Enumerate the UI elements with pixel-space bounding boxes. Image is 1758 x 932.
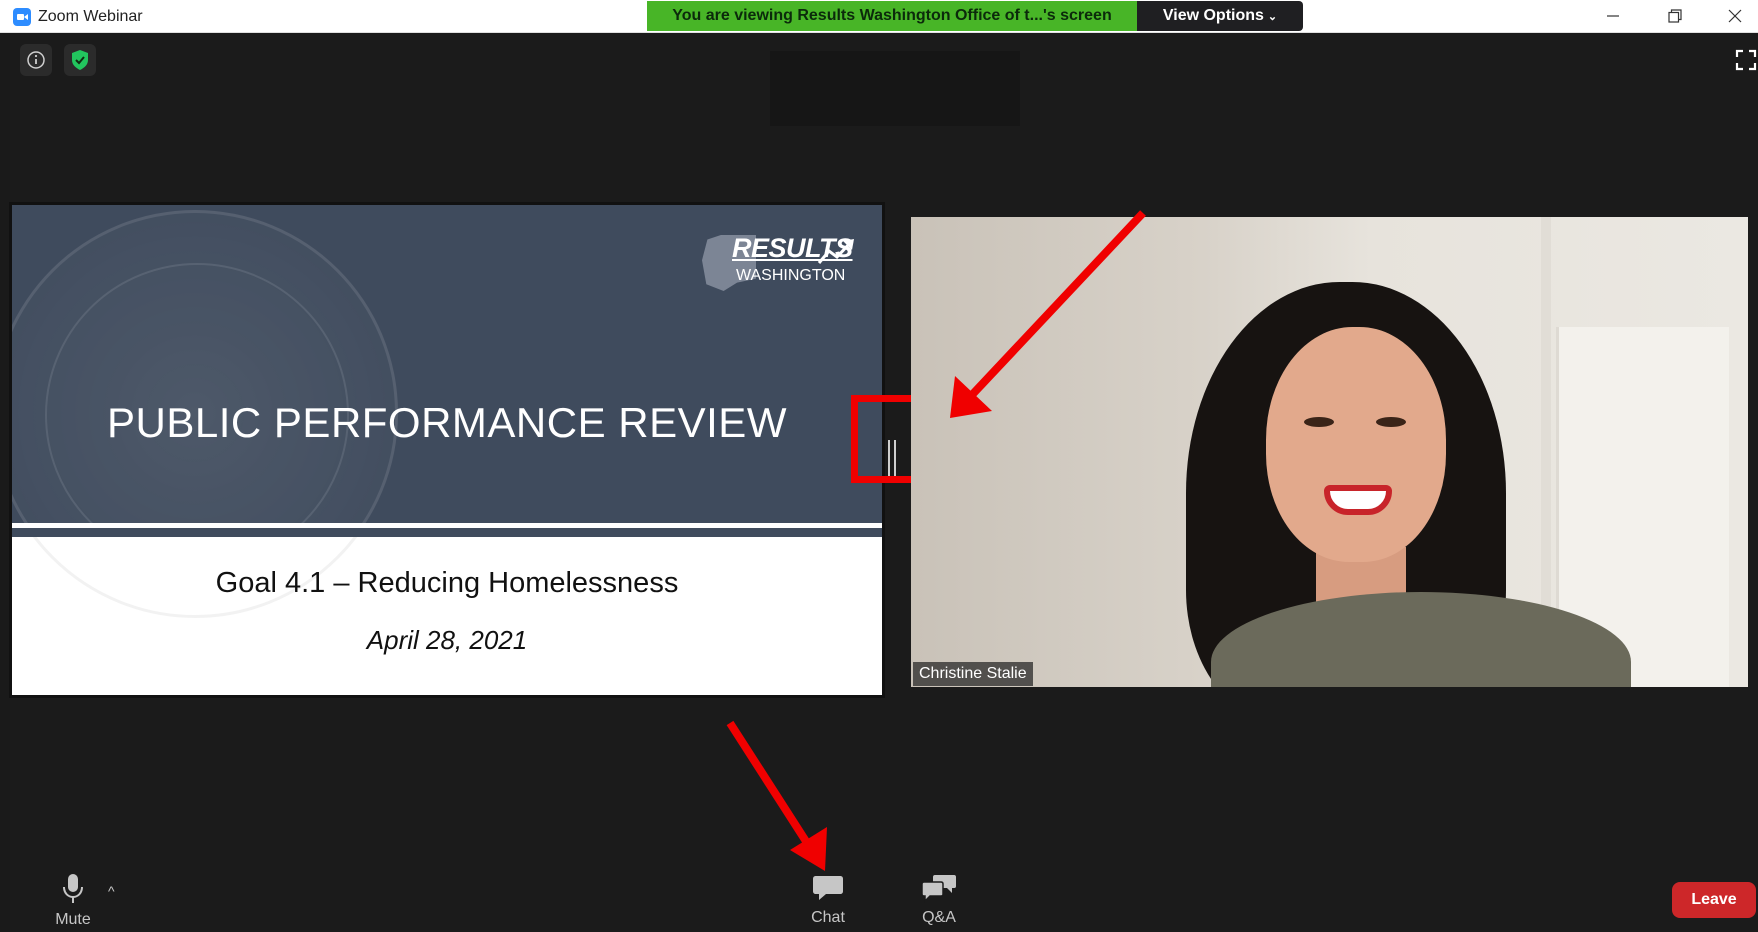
screen-share-banner: You are viewing Results Washington Offic…	[647, 1, 1137, 31]
seal-inner-ring	[45, 263, 349, 523]
slide-header-area: RESULTS WASHINGTON PUBLIC PERFORMANCE RE…	[12, 205, 882, 523]
chat-button[interactable]: Chat	[788, 865, 868, 932]
logo-secondary-text: WASHINGTON	[736, 267, 846, 284]
trend-arrow-icon	[817, 239, 854, 264]
results-washington-logo: RESULTS WASHINGTON	[702, 233, 854, 299]
view-options-label: View Options	[1162, 7, 1264, 24]
participant-name-tag: Christine Stalie	[913, 662, 1033, 686]
qa-label: Q&A	[922, 909, 956, 926]
slide-date: April 28, 2021	[366, 625, 528, 655]
zoom-logo-icon	[13, 8, 31, 26]
shield-check-icon	[72, 50, 88, 70]
microphone-icon	[63, 874, 83, 903]
minimize-button[interactable]	[1590, 0, 1636, 32]
close-icon	[1728, 9, 1742, 23]
close-button[interactable]	[1712, 0, 1758, 32]
chevron-down-icon: ⌄	[1267, 11, 1278, 23]
leave-button[interactable]: Leave	[1672, 882, 1756, 918]
qa-icon	[921, 875, 956, 903]
chat-label: Chat	[811, 909, 845, 926]
info-icon	[27, 51, 45, 69]
caret-up-icon[interactable]: ^	[108, 883, 115, 899]
encryption-button[interactable]	[64, 44, 96, 76]
restore-button[interactable]	[1652, 0, 1698, 32]
chat-icon	[813, 876, 843, 900]
slide-divider-band	[12, 523, 882, 537]
speaker-smile	[1324, 485, 1392, 515]
view-options-button[interactable]: View Options ⌄	[1137, 1, 1303, 31]
slide-subtitle: Goal 4.1 – Reducing Homelessness	[215, 567, 679, 599]
mute-button[interactable]: Mute	[33, 865, 113, 932]
speaker-face	[1266, 327, 1446, 562]
speaker-eye-left	[1304, 417, 1334, 427]
hidden-video-strip	[770, 51, 1020, 126]
qa-button[interactable]: Q&A	[899, 865, 979, 932]
shared-screen: RESULTS WASHINGTON PUBLIC PERFORMANCE RE…	[12, 205, 882, 695]
slide-title: PUBLIC PERFORMANCE REVIEW	[107, 399, 787, 446]
speaker-eye-right	[1376, 417, 1406, 427]
window-title: Zoom Webinar	[38, 8, 143, 25]
restore-icon	[1668, 9, 1682, 23]
title-bar: Zoom Webinar You are viewing Results Was…	[0, 0, 1758, 33]
slide-body: Goal 4.1 – Reducing Homelessness April 2…	[12, 537, 882, 695]
meeting-toolbar: Mute ^ Chat Q&A Leave	[10, 865, 1758, 932]
state-seal-watermark	[12, 210, 398, 523]
meeting-info-button[interactable]	[20, 44, 52, 76]
minimize-icon	[1607, 15, 1619, 17]
speaker-video[interactable]: Christine Stalie	[911, 217, 1748, 687]
mute-label: Mute	[55, 911, 91, 928]
fullscreen-icon[interactable]	[1734, 48, 1758, 72]
